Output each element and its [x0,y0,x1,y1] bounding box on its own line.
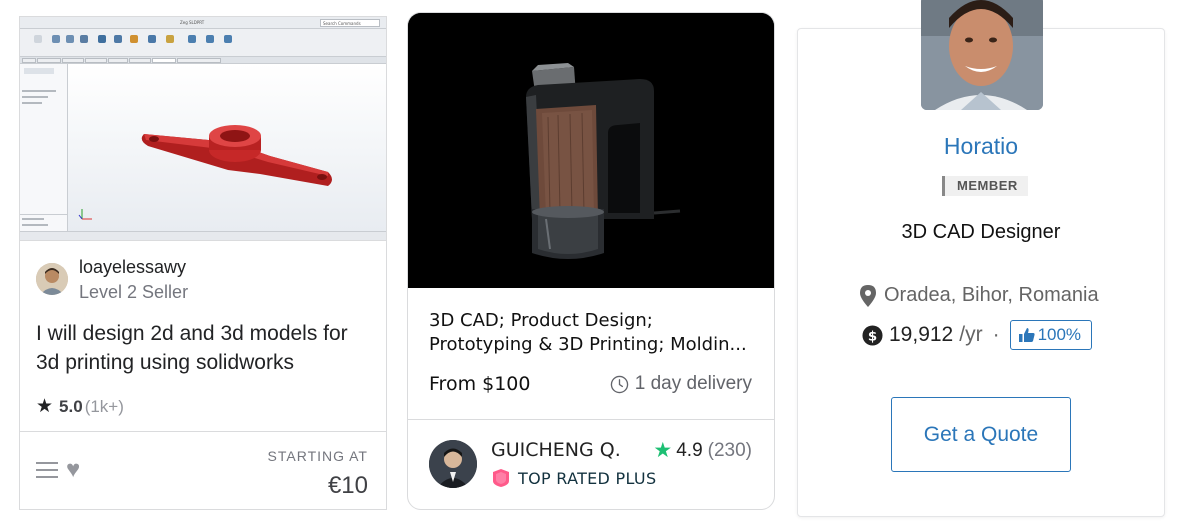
solidworks-search-text: Search Commands [323,21,361,26]
badge-label: TOP RATED PLUS [518,468,657,488]
get-a-quote-button[interactable]: Get a Quote [891,397,1071,472]
menu-icon[interactable] [36,462,58,480]
solidworks-feature-tree [20,64,68,232]
earnings-amount: 19,912 [889,323,954,346]
gig-rating: ★ 5.0 (1k+) [36,395,124,418]
clock-icon [610,375,629,393]
star-icon: ★ [36,396,54,417]
seller-level: Level 2 Seller [79,282,189,302]
thumbs-up-icon [1018,328,1035,342]
location-text: Oradea, Bihor, Romania [884,284,1099,306]
profile-photo[interactable] [921,0,1043,110]
gig-thumbnail-coffee-grinder[interactable] [408,13,774,288]
rating-count: (1k+) [84,396,124,416]
delivery-text: 1 day delivery [634,373,752,394]
freelancer-title: 3D CAD Designer [901,221,1061,243]
solidworks-window-title: Zeg SLDPRT [180,20,205,25]
solidworks-statusbar [20,231,386,240]
rating-count: (230) [707,439,752,461]
seller-avatar[interactable] [36,263,68,295]
gig-card-product-design[interactable]: 3D CAD; Product Design; Prototyping & 3D… [407,12,775,510]
gig-price: €10 [327,472,368,499]
job-success-value: 100% [1037,325,1082,344]
earnings-unit: /yr [959,323,983,346]
solidworks-search-box: Search Commands [320,19,380,27]
location-pin-icon [860,284,876,307]
red-3d-part-image [141,125,332,186]
gig-title[interactable]: I will design 2d and 3d models for 3d pr… [36,319,376,377]
star-icon: ★ [653,439,673,462]
freelancer-name[interactable]: Horatio [797,133,1165,160]
seller-name[interactable]: GUICHENG Q. [491,439,621,461]
separator-dot: · [992,323,1000,346]
svg-text:$: $ [868,329,877,344]
gig-price: From $100 [429,373,531,395]
seller-name[interactable]: loayelessawy [79,257,186,278]
gig-thumbnail-solidworks[interactable]: Zeg SLDPRT Search Commands [20,17,386,241]
seller-rating: ★ 4.9 (230) [653,438,752,463]
rating-score: 5.0 [59,396,83,416]
freelancer-earnings: $ 19,912 /yr · 100% [862,320,1093,350]
job-success-badge: 100% [1009,320,1093,350]
freelancer-location: Oradea, Bihor, Romania [860,284,1099,307]
top-rated-badge-icon [493,469,509,487]
gig-footer: ♥ STARTING AT €10 [20,431,386,510]
solidworks-ribbon [20,29,386,57]
solidworks-tabs [20,57,386,64]
gig-title[interactable]: 3D CAD; Product Design; Prototyping & 3D… [429,309,759,357]
gig-card-solidworks[interactable]: Zeg SLDPRT Search Commands loayelessawy … [19,16,387,510]
gig-title-line-2: Prototyping & 3D Printing; Moldin... [429,334,747,355]
top-rated-plus-badge: TOP RATED PLUS [491,468,656,488]
axis-triad-icon [78,209,92,220]
dollar-icon: $ [862,324,883,346]
seller-avatar[interactable] [429,440,477,488]
solidworks-titlebar: Zeg SLDPRT Search Commands [20,17,386,29]
heart-icon[interactable]: ♥ [66,458,80,482]
starting-at-label: STARTING AT [267,448,368,464]
member-badge: MEMBER [942,176,1028,196]
divider [408,419,774,420]
gig-title-line-1: 3D CAD; Product Design; [429,310,653,331]
delivery-time: 1 day delivery [610,373,752,395]
rating-score: 4.9 [676,439,703,461]
coffee-grinder-render-image [408,13,774,288]
